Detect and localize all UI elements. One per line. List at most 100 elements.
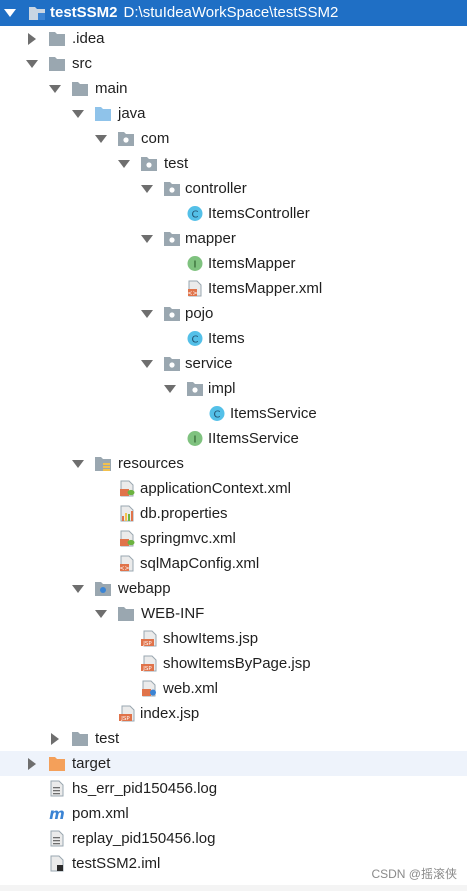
tree-row-show-items[interactable]: JSP showItems.jsp bbox=[0, 626, 467, 651]
tree-row-iitems-service[interactable]: I IItemsService bbox=[0, 426, 467, 451]
tree-label: ItemsController bbox=[208, 205, 310, 222]
module-folder-icon bbox=[29, 7, 45, 20]
web-folder-icon bbox=[95, 582, 111, 596]
svg-text:<>: <> bbox=[119, 565, 129, 572]
chevron-down-icon[interactable] bbox=[116, 151, 132, 176]
svg-text:C: C bbox=[192, 210, 199, 221]
tree-label: ItemsService bbox=[230, 405, 317, 422]
tree-row-items-service[interactable]: C ItemsService bbox=[0, 401, 467, 426]
chevron-down-icon[interactable] bbox=[162, 376, 178, 401]
jsp-file-icon: JSP bbox=[119, 705, 135, 722]
tree-row-web-xml[interactable]: web.xml bbox=[0, 676, 467, 701]
chevron-down-icon[interactable] bbox=[139, 301, 155, 326]
package-icon bbox=[164, 357, 180, 371]
tree-row-main[interactable]: main bbox=[0, 76, 467, 101]
tree-label: pom.xml bbox=[72, 805, 129, 822]
tree-label: test bbox=[95, 730, 120, 747]
chevron-down-icon[interactable] bbox=[139, 351, 155, 376]
tree-row-db-properties[interactable]: db.properties bbox=[0, 501, 467, 526]
tree-label: Items bbox=[208, 330, 245, 347]
tree-row-pom[interactable]: m pom.xml bbox=[0, 801, 467, 826]
folder-icon bbox=[49, 32, 65, 46]
tree-label: test bbox=[164, 155, 189, 172]
tree-row-index-jsp[interactable]: JSP index.jsp bbox=[0, 701, 467, 726]
tree-label: service bbox=[185, 355, 233, 372]
tree-row-target[interactable]: target bbox=[0, 751, 467, 776]
tree-label: ItemsMapper.xml bbox=[208, 280, 323, 297]
tree-row-test-dir[interactable]: test bbox=[0, 726, 467, 751]
cut-off-row bbox=[0, 885, 467, 891]
tree-row-mapper[interactable]: mapper bbox=[0, 226, 467, 251]
folder-icon bbox=[49, 57, 65, 71]
chevron-down-icon[interactable] bbox=[24, 51, 40, 76]
svg-text:C: C bbox=[214, 410, 221, 421]
jsp-file-icon: JSP bbox=[141, 630, 157, 647]
tree-label: controller bbox=[185, 180, 247, 197]
package-icon bbox=[164, 182, 180, 196]
folder-icon bbox=[72, 82, 88, 96]
svg-text:JSP: JSP bbox=[142, 666, 152, 672]
tree-row-src[interactable]: src bbox=[0, 51, 467, 76]
resources-folder-icon bbox=[95, 457, 111, 471]
chevron-right-icon[interactable] bbox=[24, 751, 40, 776]
chevron-down-icon[interactable] bbox=[2, 0, 18, 25]
tree-row-items-controller[interactable]: C ItemsController bbox=[0, 201, 467, 226]
tree-row-webinf[interactable]: WEB-INF bbox=[0, 601, 467, 626]
tree-row-sqlmapconfig[interactable]: <> sqlMapConfig.xml bbox=[0, 551, 467, 576]
chevron-down-icon[interactable] bbox=[93, 126, 109, 151]
tree-row-com[interactable]: com bbox=[0, 126, 467, 151]
tree-row-replay-log[interactable]: replay_pid150456.log bbox=[0, 826, 467, 851]
tree-label: src bbox=[72, 55, 92, 72]
tree-row-idea[interactable]: .idea bbox=[0, 26, 467, 51]
project-root-row[interactable]: testSSM2 D:\stuIdeaWorkSpace\testSSM2 bbox=[0, 0, 467, 26]
chevron-down-icon[interactable] bbox=[139, 176, 155, 201]
chevron-right-icon[interactable] bbox=[47, 726, 63, 751]
tree-label: index.jsp bbox=[140, 705, 200, 722]
folder-icon bbox=[72, 732, 88, 746]
tree-row-items-mapper-xml[interactable]: <> ItemsMapper.xml bbox=[0, 276, 467, 301]
svg-text:I: I bbox=[194, 435, 197, 446]
properties-file-icon bbox=[120, 505, 134, 522]
tree-row-webapp[interactable]: webapp bbox=[0, 576, 467, 601]
tree-label: ItemsMapper bbox=[208, 255, 296, 272]
chevron-down-icon[interactable] bbox=[139, 226, 155, 251]
svg-text:JSP: JSP bbox=[142, 641, 152, 647]
tree-label: applicationContext.xml bbox=[140, 480, 291, 497]
tree-label: web.xml bbox=[163, 680, 219, 697]
watermark: CSDN @摇滚侠 bbox=[371, 867, 457, 881]
project-path: D:\stuIdeaWorkSpace\testSSM2 bbox=[123, 4, 339, 21]
tree-label: showItems.jsp bbox=[163, 630, 259, 647]
tree-row-java[interactable]: java bbox=[0, 101, 467, 126]
tree-label: webapp bbox=[118, 580, 171, 597]
tree-row-application-context[interactable]: applicationContext.xml bbox=[0, 476, 467, 501]
tree-label: resources bbox=[118, 455, 184, 472]
chevron-down-icon[interactable] bbox=[70, 451, 86, 476]
tree-row-items[interactable]: C Items bbox=[0, 326, 467, 351]
tree-row-items-mapper[interactable]: I ItemsMapper bbox=[0, 251, 467, 276]
chevron-down-icon[interactable] bbox=[70, 101, 86, 126]
chevron-down-icon[interactable] bbox=[47, 76, 63, 101]
chevron-right-icon[interactable] bbox=[24, 26, 40, 51]
folder-icon bbox=[118, 607, 134, 621]
tree-row-controller[interactable]: controller bbox=[0, 176, 467, 201]
excluded-folder-icon bbox=[49, 757, 65, 771]
tree-label: impl bbox=[208, 380, 236, 397]
tree-row-resources[interactable]: resources bbox=[0, 451, 467, 476]
tree-row-show-items-by-page[interactable]: JSP showItemsByPage.jsp bbox=[0, 651, 467, 676]
class-icon: C bbox=[209, 406, 225, 421]
tree-row-hs-err-log[interactable]: hs_err_pid150456.log bbox=[0, 776, 467, 801]
class-icon: C bbox=[187, 206, 203, 221]
tree-row-impl[interactable]: impl bbox=[0, 376, 467, 401]
tree-row-service[interactable]: service bbox=[0, 351, 467, 376]
svg-text:I: I bbox=[194, 260, 197, 271]
tree-row-pojo[interactable]: pojo bbox=[0, 301, 467, 326]
interface-icon: I bbox=[187, 256, 203, 271]
class-icon: C bbox=[187, 331, 203, 346]
chevron-down-icon[interactable] bbox=[70, 576, 86, 601]
module-file-icon bbox=[50, 855, 64, 872]
tree-row-test-package[interactable]: test bbox=[0, 151, 467, 176]
chevron-down-icon[interactable] bbox=[93, 601, 109, 626]
tree-row-springmvc[interactable]: springmvc.xml bbox=[0, 526, 467, 551]
package-icon bbox=[118, 132, 134, 146]
svg-text:<>: <> bbox=[187, 290, 197, 297]
